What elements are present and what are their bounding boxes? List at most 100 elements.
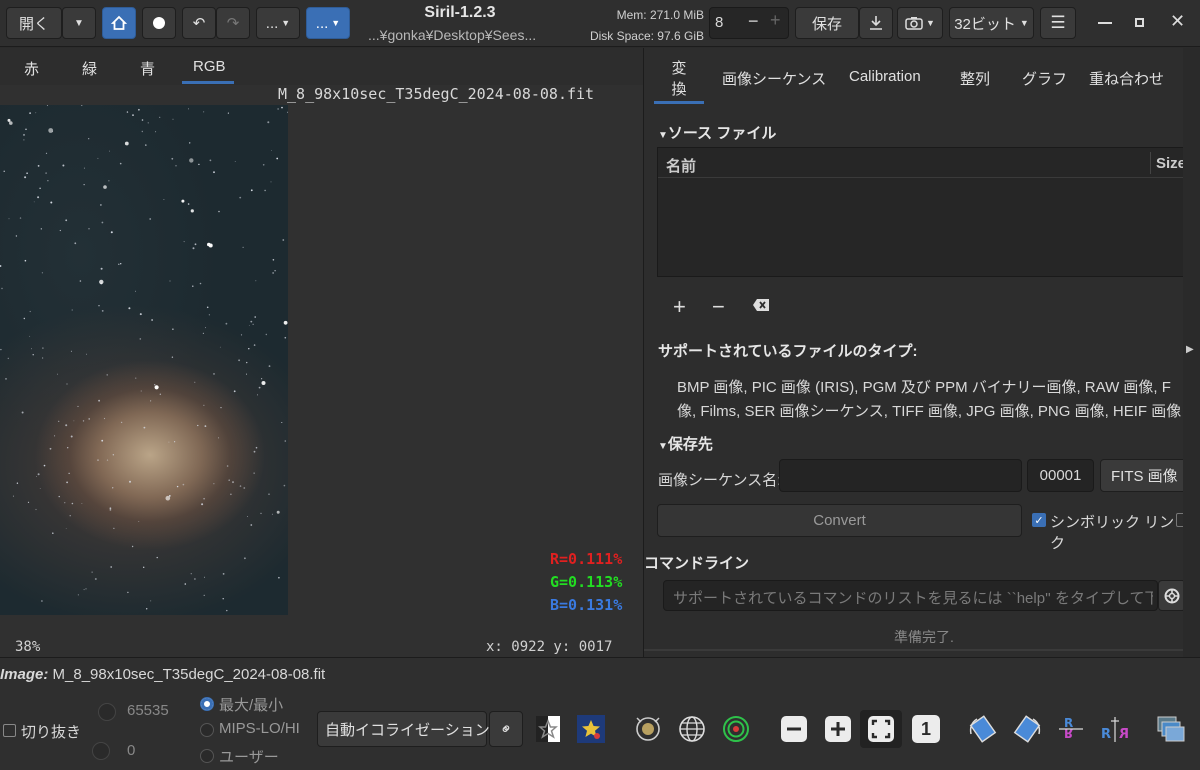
destination-header[interactable]: ▼保存先 [658,433,713,454]
save-as-button[interactable] [859,7,893,39]
star [274,270,276,272]
image-stack-icon [1157,716,1185,742]
zoom-fit-icon [868,716,894,742]
crop-checkbox[interactable] [3,724,16,737]
stretch-mode-select[interactable]: 自動イコライゼーション▼ [317,711,502,747]
star [52,532,54,534]
tab-sequence[interactable]: 画像シーケンス [722,68,826,89]
save-button[interactable]: 保存 [795,7,859,39]
undo-button[interactable]: ↶ [182,7,216,39]
zoom-in-button[interactable] [822,713,854,745]
negative-view-button[interactable] [533,713,563,745]
tab-calibration[interactable]: Calibration [849,68,921,85]
link-channels-button[interactable]: ⚭ [489,711,523,747]
svg-text:R: R [1101,727,1111,742]
add-file-button[interactable]: + [673,294,686,320]
tab-rgb[interactable]: RGB [193,58,226,75]
star [227,112,229,114]
symlink-checkbox[interactable]: ✓ [1032,513,1046,527]
command-input[interactable]: サポートされているコマンドのリストを見るには ``help'' をタイプして下さ… [663,580,1158,611]
star [85,588,87,590]
scripts-menu-label: ... [265,14,279,32]
star [145,144,147,146]
stepper-minus-button[interactable]: − [748,11,759,32]
start-index-input[interactable]: 00001 [1027,459,1094,492]
rotate-right-button[interactable] [1010,713,1044,745]
redo-button[interactable]: ↷ [216,7,250,39]
main-menu-button[interactable]: ☰ [1040,7,1076,39]
source-files-header[interactable]: ▼ソース ファイル [658,122,776,143]
remove-file-button[interactable]: − [712,294,725,320]
tab-green[interactable]: 緑 [82,58,97,79]
maximize-icon[interactable] [1135,18,1144,27]
star [23,317,25,320]
processing-menu-button[interactable]: ... ▼ [306,7,350,39]
chevron-down-icon: ▼ [658,441,668,452]
sequence-name-input[interactable] [779,459,1022,492]
photometry-button[interactable] [632,713,664,745]
star [151,319,154,321]
open-menu-button[interactable]: ▼ [62,7,96,39]
chevron-down-icon: ▼ [658,130,668,141]
close-icon[interactable]: ✕ [1170,11,1185,32]
command-help-button[interactable] [1158,580,1186,611]
star [100,267,103,270]
bit-depth-menu[interactable]: 32ビット ▼ [949,7,1034,39]
low-value-spinner[interactable] [92,742,110,760]
tab-conversion[interactable]: 変換 [669,58,689,100]
open-button[interactable]: 開く [6,7,62,39]
target-button[interactable] [720,713,752,745]
zoom-fit-button[interactable] [860,710,902,748]
star [58,495,60,498]
star [39,488,41,489]
star [43,464,46,467]
star [271,150,272,151]
rotate-left-button[interactable] [966,713,1000,745]
star [91,571,93,573]
scripts-menu-button[interactable]: ... ▼ [256,7,300,39]
star [234,161,236,162]
star [203,111,205,113]
tab-blue[interactable]: 青 [140,58,155,79]
star [240,334,243,336]
mips-radio[interactable] [200,723,214,737]
tab-registration[interactable]: 整列 [960,68,990,89]
stepper-plus-button[interactable]: + [770,10,781,31]
image-list-button[interactable] [1154,713,1188,745]
star [71,502,74,505]
user-radio[interactable] [200,749,214,763]
mirror-x-button[interactable]: RR [1054,713,1088,745]
image-viewport[interactable]: M_8_98x10sec_T35degC_2024-08-08.fit R=0.… [0,85,643,657]
color-view-button[interactable] [575,713,607,745]
thread-stepper[interactable]: 8 − + [709,7,789,39]
zoom-out-button[interactable] [778,713,810,745]
column-size-header[interactable]: Size [1156,155,1186,172]
star [33,201,35,203]
convert-button[interactable]: Convert [657,504,1022,537]
clear-list-button[interactable] [752,298,770,315]
mirror-y-button[interactable]: RR [1098,713,1132,745]
star [79,280,82,282]
tab-plot[interactable]: グラフ [1022,68,1067,89]
record-button[interactable] [142,7,176,39]
column-name-header[interactable]: 名前 [666,155,696,176]
nebula-image[interactable] [0,105,288,615]
source-files-list[interactable]: 名前 Size [657,147,1186,277]
home-button[interactable] [102,7,136,39]
star [282,239,285,241]
star [54,435,56,437]
tab-red[interactable]: 赤 [24,58,39,79]
plate-solve-button[interactable] [676,713,708,745]
star [29,335,31,337]
star [172,328,174,330]
output-format-select[interactable]: FITS 画像 [1100,459,1190,492]
hamburger-icon: ☰ [1050,13,1066,32]
minmax-radio[interactable] [200,697,214,711]
snapshot-button[interactable]: ▼ [897,7,943,39]
minimize-icon[interactable] [1098,22,1112,24]
panel-toggle-strip[interactable]: ▶ [1183,48,1200,657]
star [257,394,258,396]
zoom-actual-button[interactable]: 1 [910,713,942,745]
tab-stacking[interactable]: 重ね合わせ [1089,68,1164,89]
high-value-spinner[interactable] [98,703,116,721]
